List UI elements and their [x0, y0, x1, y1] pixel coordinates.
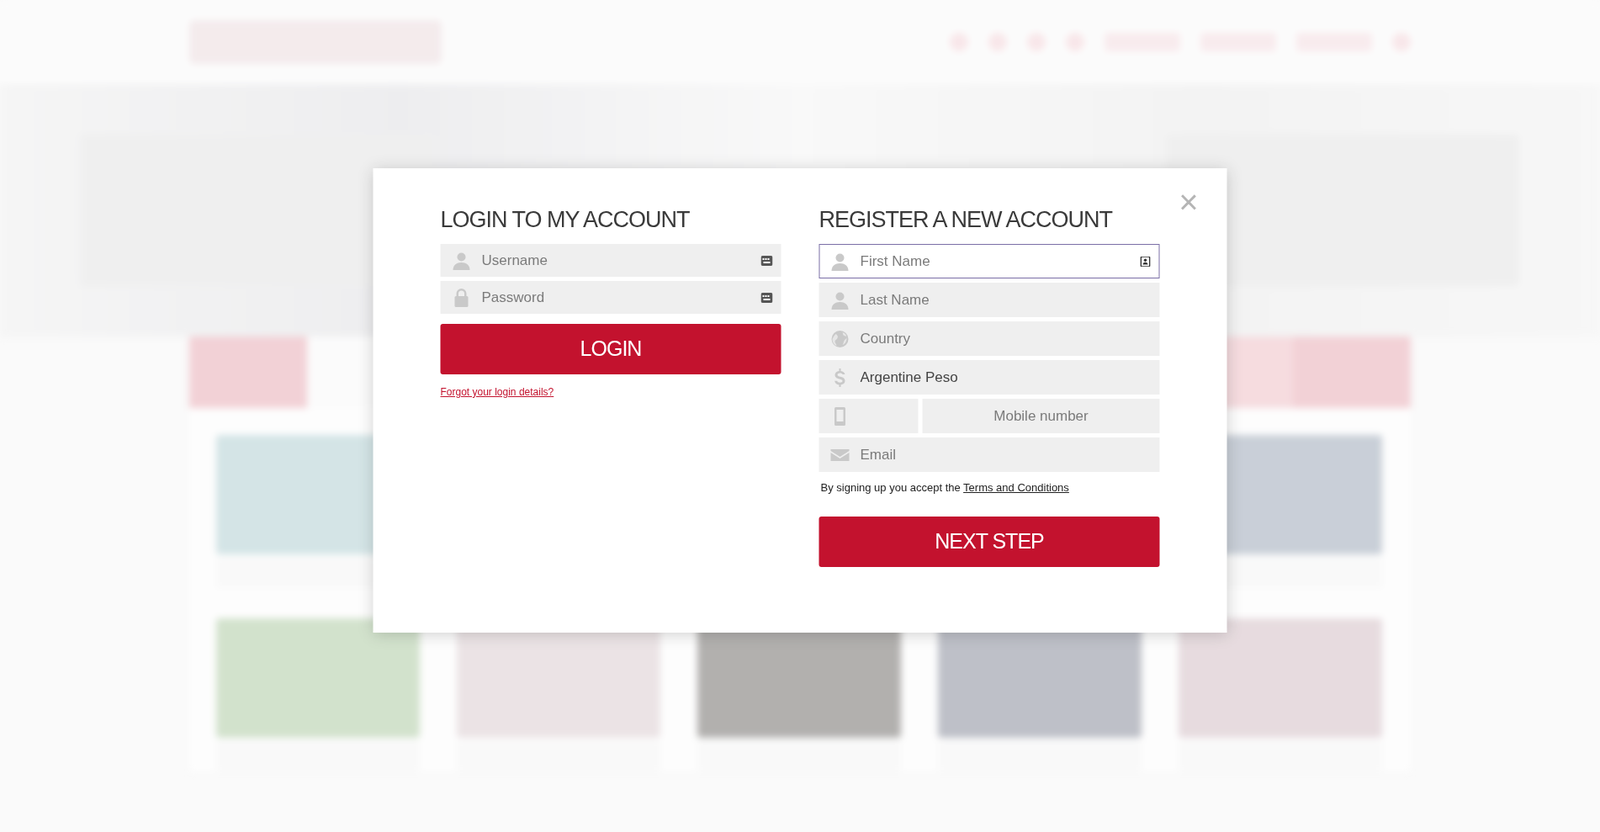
text-input[interactable] [860, 322, 1160, 355]
envelope-icon [820, 438, 861, 472]
register-section: REGISTER A NEW ACCOUNT By signing up you … [819, 201, 1161, 567]
login-section: LOGIN TO MY ACCOUNT LOGIN Forgot your logi… [440, 201, 782, 567]
email-field[interactable] [819, 437, 1161, 472]
user-icon [820, 244, 861, 278]
terms-link[interactable]: Terms and Conditions [963, 481, 1070, 494]
login-title: LOGIN TO MY ACCOUNT [440, 201, 782, 238]
password-manager-icon[interactable] [753, 244, 781, 276]
close-button[interactable]: × [1175, 185, 1202, 219]
dollar-icon [820, 360, 861, 394]
forgot-link[interactable]: Forgot your login details? [440, 384, 555, 400]
password-manager-icon[interactable] [753, 281, 781, 313]
login-button[interactable]: LOGIN [440, 323, 782, 375]
text-input[interactable] [860, 438, 1160, 472]
next-step-button[interactable]: NEXT STEP [819, 516, 1161, 567]
last-name-field[interactable] [819, 282, 1161, 318]
globe-icon [820, 322, 861, 355]
text-input[interactable] [860, 360, 1160, 394]
text-input[interactable] [860, 244, 1133, 278]
text-input[interactable] [482, 281, 754, 313]
text-input[interactable] [860, 399, 918, 433]
text-input[interactable] [923, 399, 1160, 433]
mobile-number-field[interactable] [922, 398, 1161, 434]
country-field[interactable] [819, 321, 1161, 356]
text-input[interactable] [860, 283, 1160, 317]
username-field[interactable] [440, 243, 782, 277]
text-input[interactable] [482, 244, 754, 276]
lock-icon [441, 281, 483, 313]
password-field[interactable] [440, 280, 782, 314]
modal-columns: LOGIN TO MY ACCOUNT LOGIN Forgot your logi… [440, 201, 1161, 567]
auth-modal: × LOGIN TO MY ACCOUNT LOGIN Forgot your log… [373, 168, 1228, 633]
register-title: REGISTER A NEW ACCOUNT [819, 201, 1161, 238]
currency-field[interactable] [819, 360, 1161, 395]
phone-icon [820, 399, 861, 433]
user-icon [441, 244, 483, 276]
user-icon [820, 283, 861, 317]
terms-notice: By signing up you accept the Terms and C… [821, 479, 1161, 497]
first-name-field[interactable] [819, 243, 1161, 279]
terms-text: By signing up you accept the [821, 481, 965, 494]
autofill-icon[interactable] [1132, 244, 1160, 278]
phone-row [819, 398, 1161, 434]
phone-prefix-field[interactable] [819, 398, 919, 434]
